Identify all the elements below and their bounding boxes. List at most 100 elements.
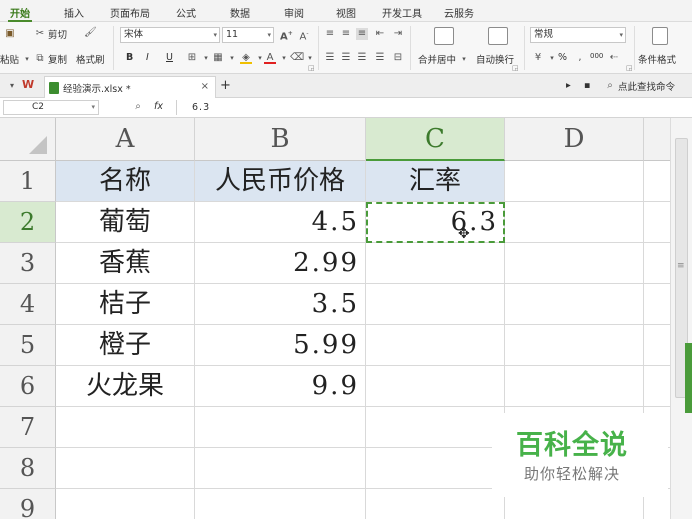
cut-button[interactable]: ✂ 剪切 — [34, 27, 67, 41]
cell-a1[interactable]: 名称 — [56, 161, 195, 202]
align-middle-button[interactable]: ≡ — [340, 28, 352, 40]
zoom-search-button[interactable]: ⌕ — [132, 101, 144, 113]
row-header-4[interactable]: 4 — [0, 284, 56, 325]
row-header-1[interactable]: 1 — [0, 161, 56, 202]
formula-input[interactable]: 6.3 — [192, 102, 210, 113]
cell-d3[interactable] — [505, 243, 644, 284]
format-painter-button[interactable]: 格式刷 — [76, 52, 105, 66]
wrap-text-button[interactable]: 自动换行 — [476, 52, 514, 66]
align-bottom-button[interactable]: ≡ — [356, 28, 368, 40]
bold-button[interactable]: B — [126, 52, 133, 63]
menu-tab-cloud[interactable]: 云服务 — [444, 5, 474, 20]
cell-b6[interactable]: 9.9 — [195, 366, 366, 407]
command-search[interactable]: ⌕ 点此查找命令 — [604, 79, 675, 93]
column-header-a[interactable]: A — [56, 118, 195, 161]
window-icon[interactable]: ▪ — [584, 80, 590, 91]
row-header-9[interactable]: 9 — [0, 489, 56, 519]
align-top-button[interactable]: ≡ — [324, 28, 336, 40]
column-header-c[interactable]: C — [366, 118, 505, 161]
menu-tab-review[interactable]: 审阅 — [284, 5, 304, 20]
cell-a7[interactable] — [56, 407, 195, 448]
cell-c4[interactable] — [366, 284, 505, 325]
align-right-button[interactable]: ☰ — [356, 52, 368, 64]
cell-a2[interactable]: 葡萄 — [56, 202, 195, 243]
close-icon[interactable]: × — [201, 81, 209, 92]
borders-button[interactable]: ⊞ ▾ — [186, 52, 212, 64]
tab-menu-button[interactable]: ▾ — [6, 80, 18, 92]
cell-a5[interactable]: 橙子 — [56, 325, 195, 366]
font-color-button[interactable]: A ▾ — [264, 52, 290, 64]
distributed-button[interactable]: ⊟ — [392, 52, 404, 64]
paste-button[interactable]: ▣ — [4, 28, 16, 40]
cell-a4[interactable]: 桔子 — [56, 284, 195, 325]
font-size-increase-button[interactable]: A+ — [280, 28, 293, 42]
italic-button[interactable]: I — [146, 52, 149, 63]
cell-b4[interactable]: 3.5 — [195, 284, 366, 325]
indent-decrease-button[interactable]: ⇤ — [374, 28, 386, 40]
menu-tab-insert[interactable]: 插入 — [64, 5, 84, 20]
font-size-decrease-button[interactable]: A- — [298, 28, 310, 42]
conditional-format-button[interactable]: 条件格式 — [638, 52, 676, 66]
cell-a9[interactable] — [56, 489, 195, 519]
font-dialog-launcher-icon[interactable]: ◲ — [308, 64, 315, 72]
cell-d1[interactable] — [505, 161, 644, 202]
menu-tab-data[interactable]: 数据 — [230, 5, 250, 20]
merge-center-button[interactable]: 合并居中 ▾ — [418, 52, 470, 66]
cell-c2[interactable]: 6.3 — [366, 202, 505, 243]
arrange-icon[interactable]: ▸ — [566, 80, 571, 91]
cell-c5[interactable] — [366, 325, 505, 366]
menu-tab-page-layout[interactable]: 页面布局 — [110, 5, 150, 20]
cell-style-button[interactable]: ▦ ▾ — [212, 52, 238, 64]
cell-d2[interactable] — [505, 202, 644, 243]
font-size-select[interactable]: 11 ▾ — [222, 27, 274, 43]
menu-tab-view[interactable]: 视图 — [336, 5, 356, 20]
cell-a8[interactable] — [56, 448, 195, 489]
vertical-scrollbar[interactable]: ≡ — [670, 118, 692, 519]
row-header-6[interactable]: 6 — [0, 366, 56, 407]
row-header-3[interactable]: 3 — [0, 243, 56, 284]
cell-b2[interactable]: 4.5 — [195, 202, 366, 243]
cell-c6[interactable] — [366, 366, 505, 407]
number-dialog-launcher-icon[interactable]: ◲ — [626, 64, 633, 72]
menu-tab-formulas[interactable]: 公式 — [176, 5, 196, 20]
cell-b7[interactable] — [195, 407, 366, 448]
increase-decimal-button[interactable]: 000 — [590, 52, 603, 60]
row-header-8[interactable]: 8 — [0, 448, 56, 489]
cell-b3[interactable]: 2.99 — [195, 243, 366, 284]
name-box[interactable]: C2 ▾ — [3, 100, 99, 115]
row-header-2[interactable]: 2 — [0, 202, 56, 243]
cell-c9[interactable] — [366, 489, 505, 519]
cell-d5[interactable] — [505, 325, 644, 366]
cell-b8[interactable] — [195, 448, 366, 489]
menu-tab-home[interactable]: 开始 — [8, 5, 32, 22]
thousands-button[interactable]: , — [574, 52, 586, 64]
column-header-b[interactable]: B — [195, 118, 366, 161]
indent-increase-button[interactable]: ⇥ — [392, 28, 404, 40]
column-header-d[interactable]: D — [505, 118, 644, 161]
percent-button[interactable]: % — [558, 52, 567, 63]
format-painter-icon-button[interactable]: 🖌 — [84, 27, 97, 39]
underline-button[interactable]: U — [166, 52, 173, 63]
align-center-button[interactable]: ☰ — [340, 52, 352, 64]
paste-label-button[interactable]: 粘贴 ▾ — [0, 52, 33, 66]
font-name-select[interactable]: 宋体 ▾ — [120, 27, 220, 43]
fill-color-button[interactable]: ◈ ▾ — [240, 52, 266, 64]
cell-c8[interactable] — [366, 448, 505, 489]
tab-file-document[interactable]: 经验演示.xlsx * × — [44, 76, 216, 98]
currency-button[interactable]: ¥ ▾ — [532, 52, 558, 64]
menu-tab-developer[interactable]: 开发工具 — [382, 5, 422, 20]
justify-button[interactable]: ☰ — [374, 52, 386, 64]
row-header-5[interactable]: 5 — [0, 325, 56, 366]
add-tab-button[interactable]: + — [220, 78, 231, 93]
cell-c1[interactable]: 汇率 — [366, 161, 505, 202]
decrease-decimal-button[interactable]: ⇠ — [608, 52, 620, 64]
cell-b9[interactable] — [195, 489, 366, 519]
cell-c7[interactable] — [366, 407, 505, 448]
cell-a3[interactable]: 香蕉 — [56, 243, 195, 284]
align-left-button[interactable]: ☰ — [324, 52, 336, 64]
cell-d6[interactable] — [505, 366, 644, 407]
copy-button[interactable]: ⧉ 复制 — [34, 52, 67, 66]
cell-b1[interactable]: 人民币价格 — [195, 161, 366, 202]
cell-b5[interactable]: 5.99 — [195, 325, 366, 366]
number-format-select[interactable]: 常规 ▾ — [530, 27, 626, 43]
